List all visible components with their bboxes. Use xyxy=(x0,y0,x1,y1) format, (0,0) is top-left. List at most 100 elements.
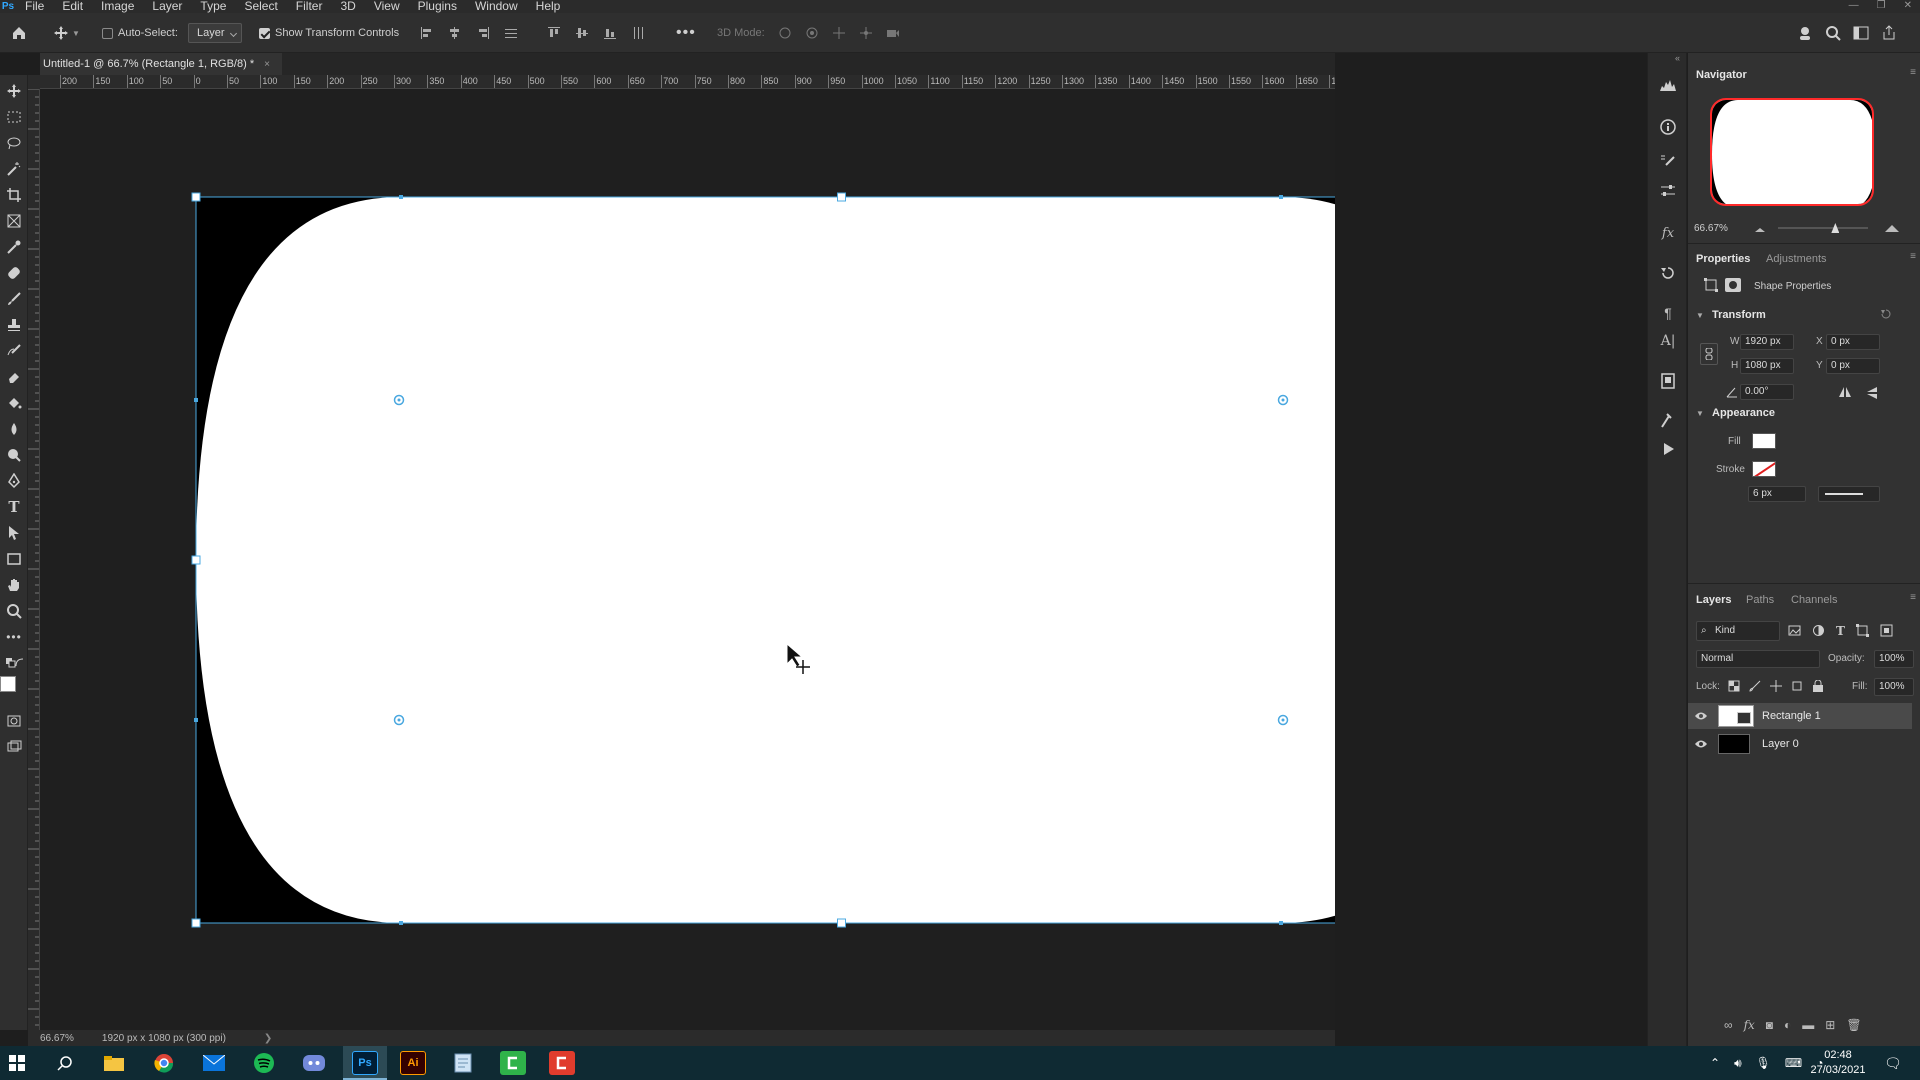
shape-transform-icon[interactable] xyxy=(1704,278,1718,292)
navigator-preview[interactable] xyxy=(1710,98,1874,206)
hand-tool-icon[interactable] xyxy=(4,575,24,595)
filter-type-icon[interactable]: T xyxy=(1836,624,1845,638)
screen-mode-icon[interactable] xyxy=(4,737,24,757)
canvas-area[interactable] xyxy=(40,90,1335,1030)
styles-fx-icon[interactable]: fx xyxy=(1658,223,1678,243)
height-field[interactable]: 1080 px xyxy=(1740,358,1794,374)
zoom-in-icon[interactable] xyxy=(1884,223,1900,233)
orbit-3d-icon[interactable] xyxy=(776,24,794,42)
status-zoom[interactable]: 66.67% xyxy=(40,1033,74,1044)
camera-3d-icon[interactable] xyxy=(884,24,902,42)
fill-color-swatch[interactable] xyxy=(1752,433,1776,449)
shape-mask-icon[interactable] xyxy=(1725,278,1741,292)
info-icon[interactable] xyxy=(1658,117,1678,137)
appearance-section-title[interactable]: Appearance xyxy=(1712,407,1775,419)
brush-settings-icon[interactable] xyxy=(1658,153,1678,173)
edit-toolbar-icon[interactable]: ••• xyxy=(4,627,24,647)
menu-file[interactable]: File xyxy=(16,0,53,13)
eraser-tool-icon[interactable] xyxy=(4,367,24,387)
chrome-icon[interactable] xyxy=(151,1051,177,1075)
menu-3d[interactable]: 3D xyxy=(331,0,364,13)
home-button[interactable] xyxy=(10,13,28,53)
status-expand-icon[interactable]: ❯ xyxy=(264,1033,272,1044)
eyedropper-tool-icon[interactable] xyxy=(4,237,24,257)
new-group-icon[interactable]: ▬ xyxy=(1802,1018,1814,1032)
mail-icon[interactable] xyxy=(201,1051,227,1075)
path-anchor-point[interactable] xyxy=(1279,921,1283,925)
filter-smart-object-icon[interactable] xyxy=(1880,624,1893,638)
menu-filter[interactable]: Filter xyxy=(287,0,332,13)
brush-tool-icon[interactable] xyxy=(4,289,24,309)
new-adjustment-layer-icon[interactable]: ◐ xyxy=(1784,1018,1791,1032)
navigator-zoom-thumb[interactable] xyxy=(1831,223,1840,233)
link-layers-icon[interactable]: ∞ xyxy=(1724,1018,1733,1032)
libraries-icon[interactable] xyxy=(1658,371,1678,391)
fill-opacity-field[interactable]: 100% xyxy=(1874,678,1914,696)
foreground-color-swatch[interactable] xyxy=(0,676,16,692)
tab-layers[interactable]: Layers xyxy=(1696,594,1731,606)
show-transform-checkbox[interactable]: Show Transform Controls xyxy=(259,13,399,53)
menu-window[interactable]: Window xyxy=(466,0,527,13)
transform-chevron-icon[interactable]: ▼ xyxy=(1696,311,1704,320)
crop-tool-icon[interactable] xyxy=(4,185,24,205)
microphone-icon[interactable]: 🎙︎ xyxy=(1756,1056,1771,1071)
adjustment-sliders-icon[interactable] xyxy=(1658,181,1678,201)
collapse-panels-icon[interactable]: « xyxy=(1675,53,1680,63)
clock[interactable]: 02:48 27/03/2021 xyxy=(1808,1048,1868,1078)
layer-row-rectangle-1[interactable]: Rectangle 1 xyxy=(1688,703,1912,729)
align-bottom-icon[interactable] xyxy=(601,24,619,42)
lock-pixels-icon[interactable] xyxy=(1749,680,1761,692)
vertical-ruler[interactable] xyxy=(28,89,40,1030)
width-field[interactable]: 1920 px xyxy=(1740,334,1794,350)
ruler-origin[interactable] xyxy=(28,75,40,89)
lock-all-icon[interactable] xyxy=(1812,680,1824,692)
path-anchor-point[interactable] xyxy=(399,921,403,925)
path-selection-tool-icon[interactable] xyxy=(4,523,24,543)
slide-3d-icon[interactable] xyxy=(857,24,875,42)
maximize-icon[interactable]: ❐ xyxy=(1877,0,1886,13)
navigator-zoom-slider[interactable] xyxy=(1778,223,1868,233)
notepad-icon[interactable] xyxy=(450,1051,476,1075)
path-anchor-point[interactable] xyxy=(194,718,198,722)
zoom-out-icon[interactable] xyxy=(1754,225,1766,233)
menu-plugins[interactable]: Plugins xyxy=(409,0,466,13)
link-dimensions-icon[interactable] xyxy=(1700,343,1718,365)
clone-source-icon[interactable] xyxy=(1658,411,1678,431)
lasso-tool-icon[interactable] xyxy=(4,133,24,153)
menu-help[interactable]: Help xyxy=(527,0,570,13)
delete-layer-icon[interactable]: 🗑︎ xyxy=(1846,1018,1861,1032)
zoom-tool-icon[interactable] xyxy=(4,601,24,621)
layer-styles-fx-icon[interactable]: fx xyxy=(1744,1018,1755,1032)
align-top-icon[interactable] xyxy=(545,24,563,42)
align-center-h-icon[interactable] xyxy=(446,24,464,42)
auto-select-checkbox[interactable]: Auto-Select: xyxy=(102,13,178,53)
menu-edit[interactable]: Edit xyxy=(53,0,92,13)
menu-image[interactable]: Image xyxy=(92,0,143,13)
layers-menu-icon[interactable]: ≡ xyxy=(1910,592,1916,603)
paint-bucket-tool-icon[interactable] xyxy=(4,393,24,413)
align-middle-icon[interactable] xyxy=(573,24,591,42)
discord-icon[interactable] xyxy=(301,1051,327,1075)
type-tool-icon[interactable]: T xyxy=(4,497,24,517)
pan-3d-icon[interactable] xyxy=(830,24,848,42)
tab-properties[interactable]: Properties xyxy=(1696,253,1750,265)
photoshop-logo-icon[interactable]: Ps xyxy=(0,0,16,13)
actions-play-icon[interactable] xyxy=(1658,439,1678,459)
transform-handle[interactable] xyxy=(837,192,846,202)
lock-artboard-icon[interactable] xyxy=(1791,680,1803,692)
flip-vertical-icon[interactable] xyxy=(1866,386,1878,400)
new-layer-icon[interactable]: ⊞ xyxy=(1825,1018,1835,1032)
appearance-chevron-icon[interactable]: ▼ xyxy=(1696,409,1704,418)
transform-handle[interactable] xyxy=(837,918,846,928)
close-icon[interactable]: ✕ xyxy=(1904,0,1912,13)
opacity-field[interactable]: 100% xyxy=(1874,650,1914,668)
transform-section-title[interactable]: Transform xyxy=(1712,309,1766,321)
notifications-icon[interactable]: 🗨︎ xyxy=(1884,1055,1902,1072)
align-right-icon[interactable] xyxy=(474,24,492,42)
move-tool-icon[interactable] xyxy=(4,81,24,101)
stamp-tool-icon[interactable] xyxy=(4,315,24,335)
swap-colors-icon[interactable] xyxy=(14,653,26,673)
filter-adjustment-icon[interactable] xyxy=(1812,624,1825,638)
pen-tool-icon[interactable] xyxy=(4,471,24,491)
menu-type[interactable]: Type xyxy=(191,0,235,13)
